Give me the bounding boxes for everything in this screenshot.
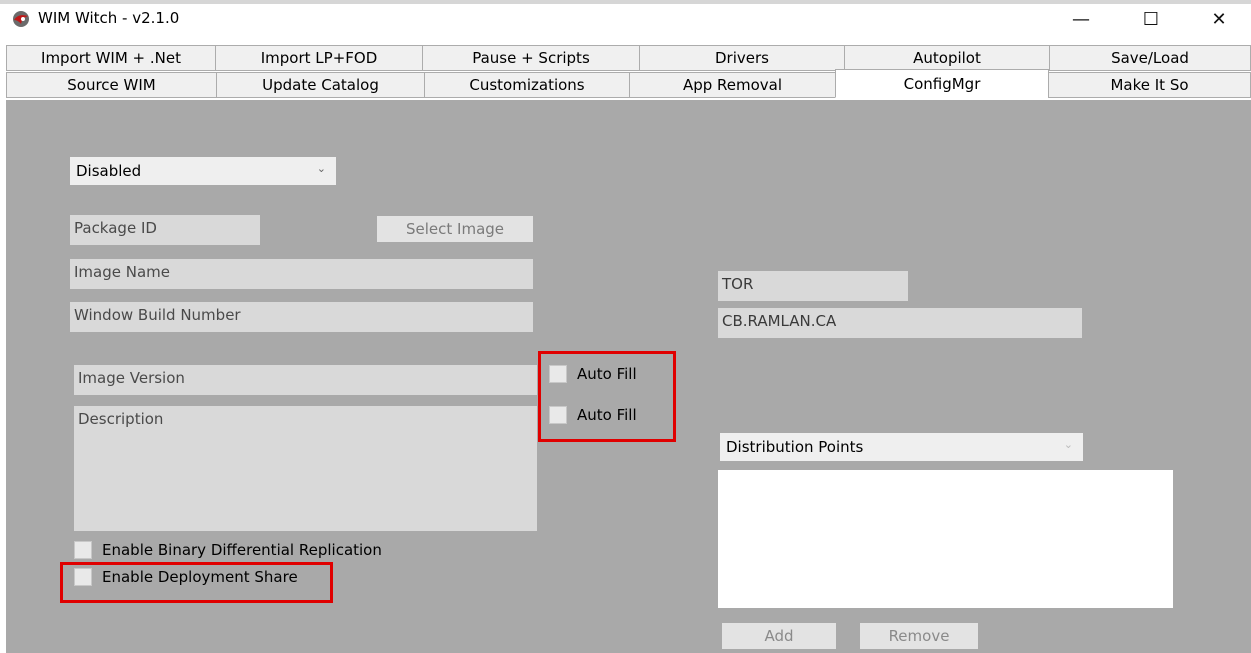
build-number-field[interactable]: Window Build Number (70, 302, 533, 332)
binary-diff-replication-label: Enable Binary Differential Replication (102, 541, 382, 559)
tab-update-catalog[interactable]: Update Catalog (216, 72, 425, 98)
minimize-button[interactable]: — (1058, 4, 1104, 34)
package-id-field[interactable]: Package ID (70, 215, 260, 245)
distribution-points-value: Distribution Points (726, 438, 864, 456)
site-server-field[interactable]: CB.RAMLAN.CA (718, 308, 1082, 338)
maximize-button[interactable]: ☐ (1128, 4, 1174, 34)
tab-configmgr[interactable]: ConfigMgr (835, 69, 1049, 98)
chevron-down-icon: ⌄ (1063, 438, 1073, 451)
configmgr-mode-select[interactable]: Disabled ⌄ (70, 157, 336, 185)
image-name-field[interactable]: Image Name (70, 259, 533, 289)
image-version-field[interactable]: Image Version (74, 365, 537, 395)
app-logo-icon (13, 11, 29, 27)
tab-row-bottom: Source WIM Update Catalog Customizations… (6, 69, 1251, 98)
distribution-points-list[interactable] (718, 470, 1173, 608)
auto-fill-highlight-box (538, 351, 676, 442)
tab-app-removal[interactable]: App Removal (629, 72, 836, 98)
close-button[interactable]: ✕ (1196, 4, 1242, 34)
description-field[interactable]: Description (74, 406, 537, 531)
tab-save-load[interactable]: Save/Load (1049, 45, 1251, 71)
tab-make-it-so[interactable]: Make It So (1048, 72, 1251, 98)
title-bar[interactable]: WIM Witch - v2.1.0 — ☐ ✕ (0, 4, 1251, 34)
select-image-button[interactable]: Select Image (377, 216, 533, 242)
tab-customizations[interactable]: Customizations (424, 72, 630, 98)
chevron-down-icon: ⌄ (316, 162, 326, 175)
tab-import-lp-fod[interactable]: Import LP+FOD (215, 45, 423, 71)
tab-pause-scripts[interactable]: Pause + Scripts (422, 45, 640, 71)
binary-diff-replication-checkbox[interactable]: Enable Binary Differential Replication (74, 541, 382, 559)
configmgr-panel: Disabled ⌄ Package ID Select Image Image… (6, 100, 1251, 653)
tab-row-top: Import WIM + .Net Import LP+FOD Pause + … (6, 45, 1251, 71)
wim-witch-window: WIM Witch - v2.1.0 — ☐ ✕ Import WIM + .N… (0, 0, 1251, 653)
checkbox-box[interactable] (74, 541, 92, 559)
configmgr-mode-value: Disabled (76, 162, 142, 180)
remove-button[interactable]: Remove (860, 623, 978, 649)
tab-import-wim-net[interactable]: Import WIM + .Net (6, 45, 216, 71)
deployment-share-highlight-box (60, 562, 333, 603)
window-title: WIM Witch - v2.1.0 (38, 9, 180, 27)
site-code-field[interactable]: TOR (718, 271, 908, 301)
tab-source-wim[interactable]: Source WIM (6, 72, 217, 98)
distribution-points-select[interactable]: Distribution Points ⌄ (720, 433, 1083, 461)
tab-drivers[interactable]: Drivers (639, 45, 845, 71)
tab-strip: Import WIM + .Net Import LP+FOD Pause + … (6, 45, 1251, 100)
tab-autopilot[interactable]: Autopilot (844, 45, 1050, 71)
add-button[interactable]: Add (722, 623, 836, 649)
